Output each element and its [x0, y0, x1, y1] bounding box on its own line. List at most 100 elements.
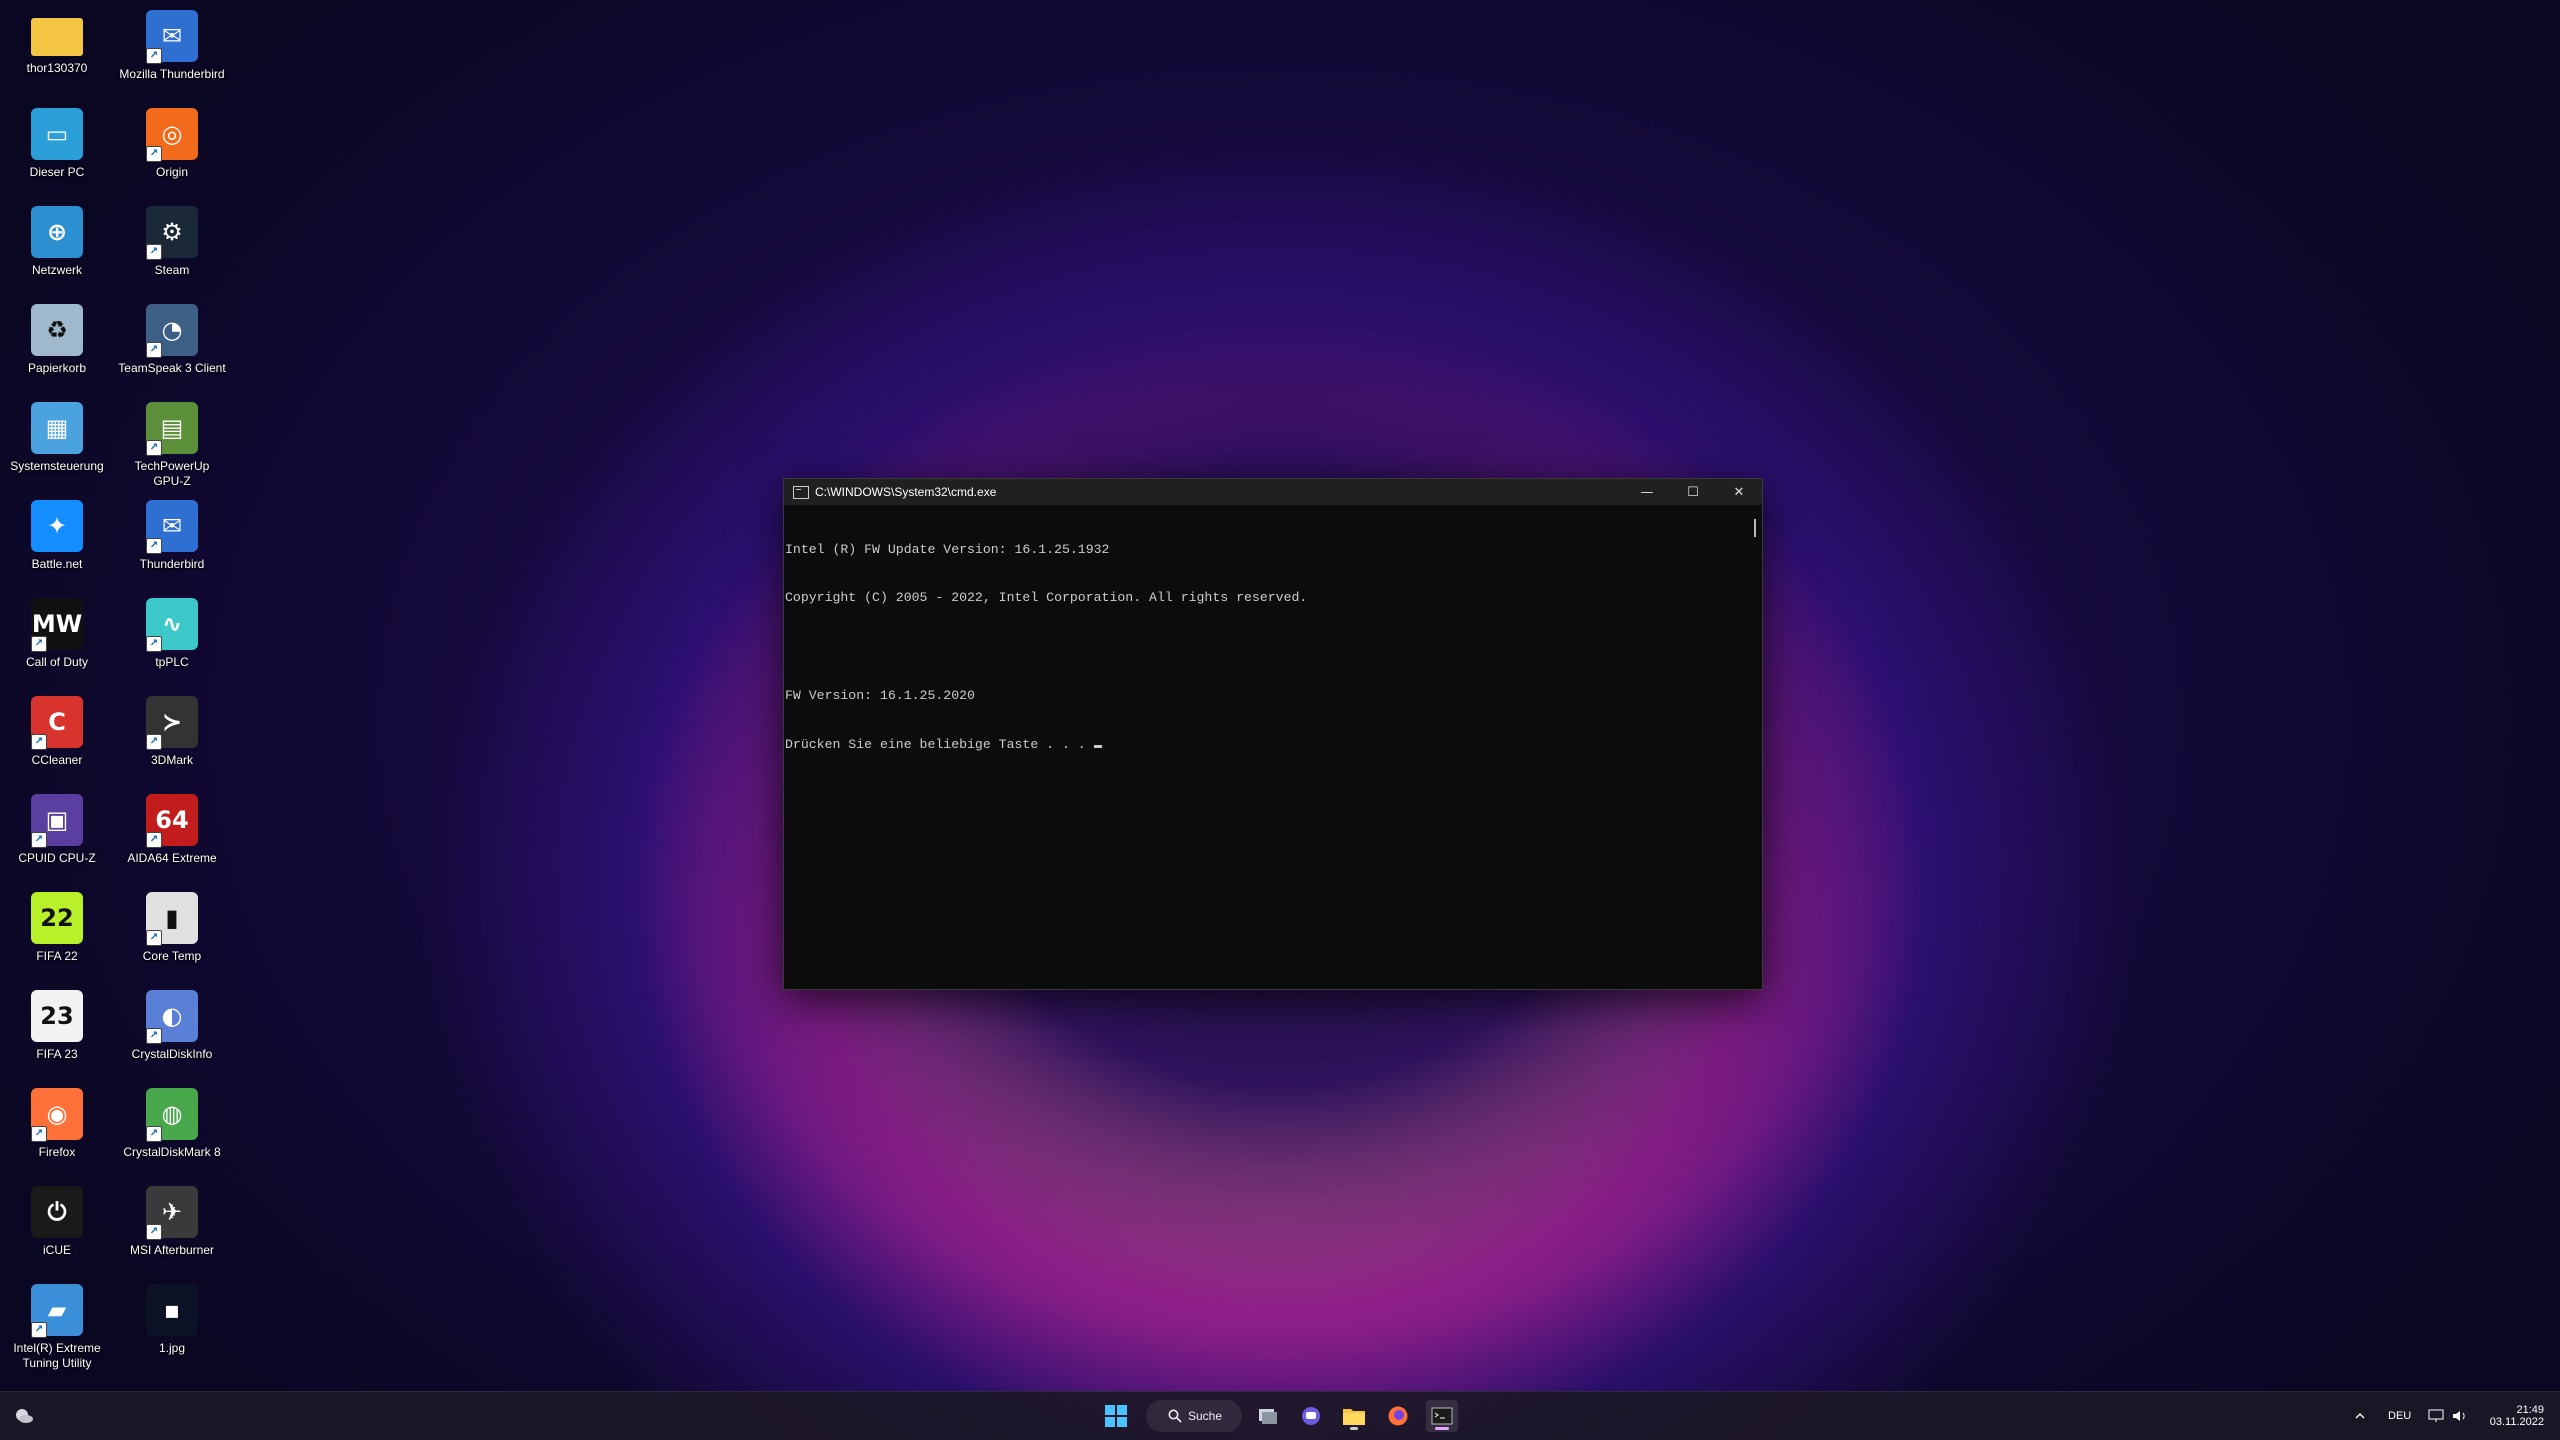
speaker-icon	[2453, 1411, 2465, 1421]
terminal-icon	[1431, 1407, 1453, 1425]
search-label: Suche	[1188, 1409, 1223, 1423]
desktop-icon[interactable]: ▣ ↗ CPUID CPU-Z	[1, 788, 113, 882]
desktop-icon[interactable]: ▭ Dieser PC	[1, 102, 113, 196]
show-hidden-icons-button[interactable]	[2354, 1392, 2366, 1440]
firefox-icon	[1388, 1406, 1408, 1426]
desktop-icon[interactable]: ▤ ↗ TechPowerUp GPU-Z	[116, 396, 228, 490]
cmd-window[interactable]: C:\WINDOWS\System32\cmd.exe — ☐ ✕ Intel …	[783, 478, 1763, 990]
desktop-icon-label: CrystalDiskInfo	[131, 1047, 213, 1061]
app-glyph: ≻	[161, 708, 183, 736]
clock-time: 21:49	[2516, 1404, 2544, 1416]
desktop-icon-label: Core Temp	[142, 949, 202, 963]
clock-button[interactable]: 21:49 03.11.2022	[2478, 1392, 2544, 1440]
task-view-button[interactable]	[1252, 1400, 1284, 1432]
desktop-icon[interactable]: ≻ ↗ 3DMark	[116, 690, 228, 784]
desktop-icon[interactable]: C ↗ CCleaner	[1, 690, 113, 784]
app-glyph: ▤	[160, 414, 184, 442]
desktop-icon[interactable]: thor130370	[1, 4, 113, 98]
desktop-icon[interactable]: ✉ ↗ Mozilla Thunderbird	[116, 4, 228, 98]
desktop-icon-label: TechPowerUp GPU-Z	[134, 459, 210, 488]
desktop-icon-label: TeamSpeak 3 Client	[118, 361, 226, 375]
app-icon: ⚙ ↗	[146, 206, 198, 260]
desktop-icon[interactable]: ⚙ ↗ Steam	[116, 200, 228, 294]
desktop-icon[interactable]: ▦ Systemsteuerung	[1, 396, 113, 490]
console-output[interactable]: Intel (R) FW Update Version: 16.1.25.193…	[784, 505, 1748, 989]
cmd-titlebar[interactable]: C:\WINDOWS\System32\cmd.exe — ☐ ✕	[784, 479, 1762, 505]
desktop-icon[interactable]: ✦ Battle.net	[1, 494, 113, 588]
desktop-icon[interactable]: ⊕ Netzwerk	[1, 200, 113, 294]
app-glyph: ▮	[165, 904, 179, 932]
active-indicator	[1435, 1427, 1449, 1430]
app-icon: ▭	[31, 108, 83, 160]
desktop-icon-label: thor130370	[26, 61, 88, 75]
desktop-icon[interactable]: MW ↗ Call of Duty	[1, 592, 113, 686]
desktop-icon-label: Mozilla Thunderbird	[119, 67, 225, 81]
desktop-icon[interactable]: ◔ ↗ TeamSpeak 3 Client	[116, 298, 228, 392]
app-icon: ≻ ↗	[146, 696, 198, 750]
volume-button[interactable]	[2452, 1392, 2468, 1440]
desktop-icon-label: Thunderbird	[139, 557, 205, 571]
desktop-icon[interactable]: 23 FIFA 23	[1, 984, 113, 1078]
desktop-icon[interactable]: ✈ ↗ MSI Afterburner	[116, 1180, 228, 1274]
chat-icon	[1302, 1407, 1320, 1425]
minimize-icon: —	[1640, 484, 1654, 500]
desktop-icon[interactable]: 22 FIFA 22	[1, 886, 113, 980]
close-button[interactable]: ✕	[1716, 479, 1762, 505]
desktop-icon[interactable]: ▪ 1.jpg	[116, 1278, 228, 1372]
desktop-icon[interactable]: ♻ Papierkorb	[1, 298, 113, 392]
cmd-title: C:\WINDOWS\System32\cmd.exe	[815, 485, 997, 499]
shortcut-arrow-icon: ↗	[146, 440, 162, 456]
weather-widget-button[interactable]	[8, 1400, 40, 1432]
shortcut-arrow-icon: ↗	[146, 1224, 162, 1240]
desktop-icon-label: iCUE	[42, 1243, 71, 1257]
desktop-icon-label: tpPLC	[155, 655, 189, 669]
desktop-icon-label: CCleaner	[31, 753, 83, 767]
desktop-icon[interactable]: ∿ ↗ tpPLC	[116, 592, 228, 686]
app-icon: ✉ ↗	[146, 500, 198, 554]
desktop-icon-label: Call of Duty	[25, 655, 89, 669]
app-glyph: ▭	[45, 120, 69, 148]
app-icon: MW ↗	[31, 598, 83, 652]
language-indicator[interactable]: DEU	[2388, 1392, 2411, 1440]
start-button[interactable]	[1100, 1400, 1132, 1432]
app-icon: ✈ ↗	[146, 1186, 198, 1240]
app-icon: 23	[31, 990, 83, 1042]
maximize-button[interactable]: ☐	[1670, 479, 1716, 505]
desktop-icon[interactable]: ▰ ↗ Intel(R) Extreme Tuning Utility	[1, 1278, 113, 1372]
desktop-icon[interactable]: ◐ ↗ CrystalDiskInfo	[116, 984, 228, 1078]
console-prompt-line: Drücken Sie eine beliebige Taste . . .	[785, 737, 1748, 753]
window-controls: — ☐ ✕	[1624, 479, 1762, 505]
desktop-icon[interactable]: ◎ ↗ Origin	[116, 102, 228, 196]
app-icon: ◎ ↗	[146, 108, 198, 162]
chat-button[interactable]	[1295, 1400, 1327, 1432]
weather-icon	[16, 1409, 33, 1423]
desktop-icon-label: Systemsteuerung	[10, 459, 104, 473]
console-line: FW Version: 16.1.25.2020	[785, 688, 975, 704]
desktop-icon[interactable]: ▮ ↗ Core Temp	[116, 886, 228, 980]
search-button[interactable]: Suche	[1146, 1400, 1242, 1432]
app-glyph: ✉	[161, 512, 183, 540]
app-icon: ▰ ↗	[31, 1284, 83, 1338]
app-glyph: ⏻	[47, 1198, 67, 1226]
firefox-button[interactable]	[1382, 1400, 1414, 1432]
scrollbar-thumb[interactable]	[1754, 519, 1756, 537]
clock-date: 03.11.2022	[2489, 1416, 2544, 1428]
terminal-button[interactable]	[1426, 1400, 1458, 1432]
shortcut-arrow-icon: ↗	[31, 832, 47, 848]
file-explorer-button[interactable]	[1338, 1400, 1370, 1432]
app-glyph: ▣	[45, 806, 69, 834]
desktop-icon[interactable]: ✉ ↗ Thunderbird	[116, 494, 228, 588]
network-button[interactable]	[2428, 1392, 2444, 1440]
desktop-icon-label: Dieser PC	[29, 165, 85, 179]
desktop-icon[interactable]: ⏻ iCUE	[1, 1180, 113, 1274]
shortcut-arrow-icon: ↗	[146, 146, 162, 162]
shortcut-arrow-icon: ↗	[146, 1126, 162, 1142]
desktop-icon[interactable]: ◍ ↗ CrystalDiskMark 8	[116, 1082, 228, 1176]
minimize-button[interactable]: —	[1624, 479, 1670, 505]
desktop-icon[interactable]: 64 ↗ AIDA64 Extreme	[116, 788, 228, 882]
desktop-icon[interactable]: ◉ ↗ Firefox	[1, 1082, 113, 1176]
app-icon: ▪	[146, 1284, 198, 1336]
scrollbar[interactable]	[1748, 505, 1762, 989]
network-icon	[2428, 1409, 2444, 1422]
